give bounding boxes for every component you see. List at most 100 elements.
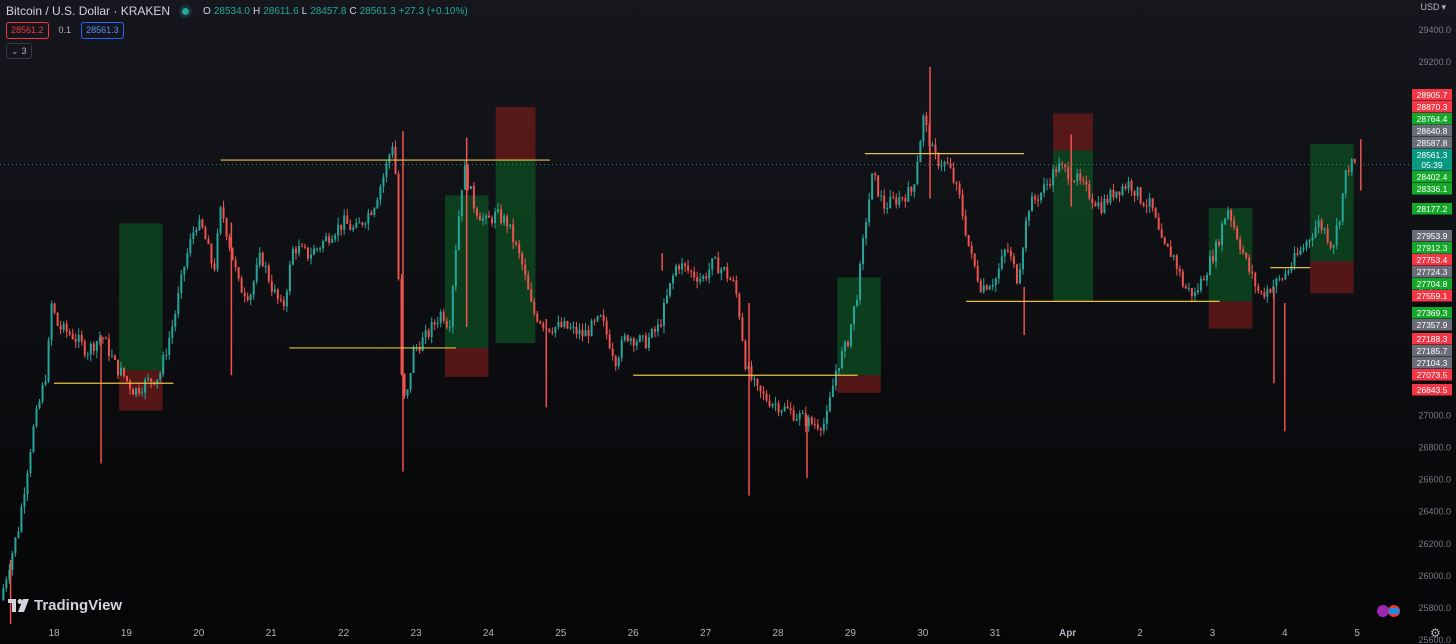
candle-body bbox=[110, 355, 113, 357]
candle-body bbox=[994, 278, 997, 286]
symbol-title[interactable]: Bitcoin / U.S. Dollar · KRAKEN bbox=[6, 4, 170, 18]
candle-body bbox=[907, 187, 910, 202]
candle-body bbox=[107, 338, 110, 357]
candle-body bbox=[261, 252, 264, 267]
x-axis-tick-label: 19 bbox=[121, 628, 133, 639]
candle-body bbox=[750, 365, 753, 380]
y-axis-tick-label: 26200.0 bbox=[1418, 539, 1451, 549]
candle-body bbox=[391, 146, 394, 155]
buy-button[interactable]: 28561.3 bbox=[81, 22, 124, 39]
candle-body bbox=[843, 341, 846, 352]
candle-body bbox=[635, 341, 638, 346]
candle-body bbox=[1037, 199, 1040, 201]
profit-zone[interactable] bbox=[119, 223, 163, 371]
x-axis-tick-label: 31 bbox=[990, 628, 1002, 639]
candle-body bbox=[1184, 286, 1187, 289]
currency-selector[interactable]: USD ▾ bbox=[1420, 2, 1446, 13]
candle-body bbox=[705, 276, 708, 279]
x-axis-tick-label: 26 bbox=[628, 628, 640, 639]
candle-body bbox=[638, 335, 641, 342]
high-value: 28611.6 bbox=[263, 5, 299, 17]
candle-body bbox=[650, 329, 653, 338]
candle-body bbox=[675, 265, 678, 276]
candle-body bbox=[602, 315, 605, 321]
candle-body bbox=[629, 338, 632, 342]
candle-body bbox=[101, 337, 104, 339]
candle-body bbox=[886, 208, 889, 210]
loss-zone[interactable] bbox=[495, 107, 536, 161]
price-label: 27559.1 bbox=[1417, 291, 1448, 301]
candle-body bbox=[997, 268, 1000, 279]
candle-body bbox=[512, 224, 515, 243]
event-icon[interactable] bbox=[1377, 605, 1389, 617]
candle-body bbox=[518, 244, 521, 254]
candle-body bbox=[35, 408, 38, 427]
loss-zone[interactable] bbox=[1053, 113, 1093, 151]
candle-body bbox=[979, 280, 982, 293]
y-axis-tick-label: 26400.0 bbox=[1418, 507, 1451, 517]
sell-button[interactable]: 28561.2 bbox=[6, 22, 49, 39]
profit-zone[interactable] bbox=[495, 160, 536, 344]
candle-body bbox=[334, 235, 337, 240]
price-chart[interactable]: 29400.029200.028800.028000.027800.027400… bbox=[0, 0, 1456, 644]
candle-body bbox=[617, 357, 620, 367]
candle-body bbox=[614, 356, 617, 367]
x-axis-tick-label: 21 bbox=[266, 628, 278, 639]
candle-body bbox=[1287, 270, 1290, 274]
candle-body bbox=[533, 301, 536, 314]
candle-body bbox=[207, 239, 210, 245]
candle-body bbox=[376, 199, 379, 209]
candle-body bbox=[1009, 250, 1012, 257]
candle-body bbox=[370, 212, 373, 215]
candle-body bbox=[961, 194, 964, 217]
loss-zone[interactable] bbox=[444, 347, 489, 377]
candle-body bbox=[1332, 245, 1335, 248]
candle-body bbox=[270, 281, 273, 292]
y-axis-tick-label: 29400.0 bbox=[1418, 25, 1451, 35]
candle-body bbox=[1091, 198, 1094, 203]
price-label: 27953.9 bbox=[1417, 231, 1448, 241]
profit-zone[interactable] bbox=[1053, 150, 1093, 302]
candle-body bbox=[590, 320, 593, 337]
candle-body bbox=[777, 403, 780, 413]
loss-zone[interactable] bbox=[1310, 261, 1354, 294]
y-axis-tick-label: 26800.0 bbox=[1418, 442, 1451, 452]
chevron-down-icon: ⌄ bbox=[11, 46, 19, 56]
candle-body bbox=[291, 248, 294, 265]
candle-body bbox=[846, 341, 849, 347]
candle-body bbox=[104, 338, 107, 340]
candle-body bbox=[1242, 249, 1245, 253]
candle-body bbox=[249, 294, 252, 300]
indicators-toggle[interactable]: ⌄ 3 bbox=[6, 43, 32, 59]
candle-body bbox=[647, 337, 650, 349]
candle-body bbox=[1212, 256, 1215, 262]
candle-body bbox=[868, 199, 871, 223]
candle-body bbox=[307, 247, 310, 259]
candle-body bbox=[1118, 191, 1121, 195]
candle-body bbox=[608, 334, 611, 349]
candle-body bbox=[1148, 198, 1151, 207]
loss-zone[interactable] bbox=[119, 370, 163, 411]
candle-body bbox=[946, 162, 949, 164]
candle-body bbox=[1347, 170, 1350, 172]
candle-body bbox=[735, 280, 738, 294]
candle-body bbox=[967, 235, 970, 246]
candle-body bbox=[801, 413, 804, 415]
candle-body bbox=[678, 265, 681, 270]
candle-body bbox=[1034, 196, 1037, 200]
candle-body bbox=[442, 311, 445, 321]
candle-body bbox=[222, 207, 225, 219]
loss-zone[interactable] bbox=[1208, 301, 1253, 329]
x-axis-tick-label: 2 bbox=[1137, 628, 1143, 639]
candle-body bbox=[210, 244, 213, 264]
candle-body bbox=[491, 217, 494, 224]
loss-zone[interactable] bbox=[837, 375, 881, 393]
candle-body bbox=[620, 339, 623, 358]
candle-body bbox=[536, 313, 539, 322]
gear-icon[interactable]: ⚙ bbox=[1430, 626, 1441, 640]
profit-zone[interactable] bbox=[1310, 144, 1354, 262]
candle-body bbox=[542, 323, 545, 328]
price-label: 28177.2 bbox=[1417, 204, 1448, 214]
candle-body bbox=[1350, 159, 1353, 172]
candle-body bbox=[964, 216, 967, 236]
